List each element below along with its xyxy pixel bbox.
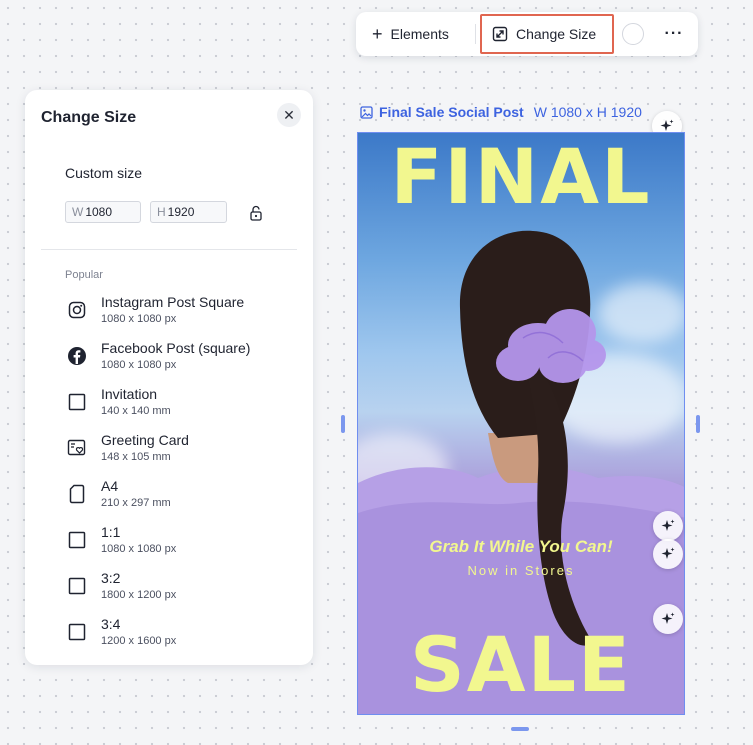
design-canvas[interactable]: FINAL Grab It While You Can! Now in Stor…	[357, 132, 685, 715]
greeting-card-icon	[65, 436, 89, 460]
width-value: 1080	[85, 205, 113, 219]
document-icon	[65, 482, 89, 506]
elements-label: Elements	[390, 26, 449, 42]
square-icon	[65, 574, 89, 598]
preset-invitation[interactable]: Invitation 140 x 140 mm	[65, 386, 297, 432]
resize-icon	[492, 26, 508, 42]
square-icon	[65, 390, 89, 414]
change-size-button[interactable]: Change Size	[480, 14, 614, 54]
design-header: Final Sale Social Post W 1080 x H 1920	[360, 103, 642, 121]
preset-3-4[interactable]: 3:4 1200 x 1600 px	[65, 616, 297, 662]
size-preset-list: Instagram Post Square 1080 x 1080 px Fac…	[65, 294, 297, 662]
design-size: W 1080 x H 1920	[533, 104, 642, 120]
preset-size: 210 x 297 mm	[101, 497, 171, 509]
sparkle-icon	[661, 519, 675, 531]
preset-name: Facebook Post (square)	[101, 340, 251, 356]
height-prefix: H	[157, 205, 166, 219]
preset-size: 140 x 140 mm	[101, 405, 171, 417]
preset-a4[interactable]: A4 210 x 297 mm	[65, 478, 297, 524]
preset-name: Invitation	[101, 386, 158, 402]
ai-sparkle-button[interactable]	[653, 604, 683, 634]
width-prefix: W	[72, 205, 84, 219]
sparkle-icon	[661, 547, 675, 559]
image-icon	[360, 105, 373, 119]
resize-handle-bottom[interactable]	[511, 727, 529, 731]
close-button[interactable]: ✕	[277, 103, 301, 127]
preset-instagram-post-square[interactable]: Instagram Post Square 1080 x 1080 px	[65, 294, 297, 340]
preset-3-2[interactable]: 3:2 1800 x 1200 px	[65, 570, 297, 616]
resize-handle-left[interactable]	[341, 415, 345, 433]
change-size-panel: Change Size ✕ Custom size W 1080 H 1920 …	[25, 90, 313, 665]
preset-name: 1:1	[101, 524, 121, 540]
preset-name: Greeting Card	[101, 432, 189, 448]
preset-size: 1080 x 1080 px	[101, 313, 177, 325]
preset-1-1[interactable]: 1:1 1080 x 1080 px	[65, 524, 297, 570]
ai-sparkle-button[interactable]	[653, 539, 683, 569]
sparkle-icon	[661, 612, 675, 624]
preset-size: 148 x 105 mm	[101, 451, 171, 463]
square-icon	[65, 620, 89, 644]
preset-name: Instagram Post Square	[101, 294, 245, 310]
panel-title: Change Size	[41, 109, 137, 126]
resize-handle-right[interactable]	[696, 415, 700, 433]
more-icon: ···	[664, 25, 684, 42]
panel-divider	[41, 249, 297, 250]
height-input[interactable]: H 1920	[150, 201, 227, 223]
preset-size: 1080 x 1080 px	[101, 359, 177, 371]
close-icon: ✕	[283, 106, 295, 123]
design-name: Final Sale Social Post	[379, 104, 524, 120]
preset-facebook-post[interactable]: Facebook Post (square) 1080 x 1080 px	[65, 340, 297, 386]
instagram-icon	[65, 298, 89, 322]
subtagline-text[interactable]: Now in Stores	[358, 563, 684, 578]
ai-sparkle-button[interactable]	[653, 511, 683, 541]
preset-name: A4	[101, 478, 119, 494]
top-toolbar: + Elements Change Size ···	[356, 12, 698, 56]
preset-greeting-card[interactable]: Greeting Card 148 x 105 mm	[65, 432, 297, 478]
toolbar-divider	[475, 24, 476, 44]
preset-size: 1800 x 1200 px	[101, 589, 177, 601]
preset-size: 1200 x 1600 px	[101, 635, 177, 647]
preset-name: 3:2	[101, 570, 121, 586]
lock-icon[interactable]	[249, 205, 263, 221]
headline-bottom[interactable]: SALE	[358, 627, 684, 703]
headline-top[interactable]: FINAL	[358, 139, 684, 215]
height-value: 1920	[167, 205, 195, 219]
elements-button[interactable]: + Elements	[364, 20, 457, 48]
more-options-button[interactable]: ···	[662, 22, 686, 46]
facebook-icon	[65, 344, 89, 368]
square-icon	[65, 528, 89, 552]
plus-icon: +	[372, 24, 383, 44]
preset-name: 3:4	[101, 616, 121, 632]
preset-size: 1080 x 1080 px	[101, 543, 177, 555]
custom-size-label: Custom size	[65, 165, 143, 181]
change-size-label: Change Size	[516, 26, 597, 42]
color-picker-button[interactable]	[622, 23, 644, 45]
tagline-text[interactable]: Grab It While You Can!	[358, 537, 684, 557]
width-input[interactable]: W 1080	[65, 201, 141, 223]
popular-label: Popular	[65, 269, 103, 281]
